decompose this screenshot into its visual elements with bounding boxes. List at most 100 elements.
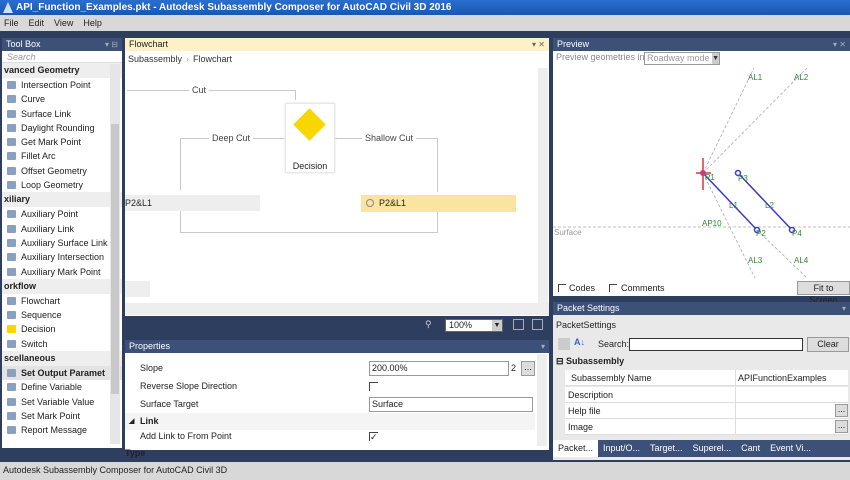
pin-icon[interactable]: ▾ ✕ bbox=[833, 38, 846, 51]
property-label: Reverse Slope Direction bbox=[140, 381, 238, 391]
tab-superelevation[interactable]: Superel... bbox=[688, 440, 737, 457]
preview-header: Preview ▾ ✕ bbox=[553, 38, 850, 51]
toolbox-scrollbar[interactable] bbox=[110, 64, 120, 444]
packet-subtitle: PacketSettings bbox=[556, 320, 617, 330]
toolbox-category[interactable]: vanced Geometry bbox=[2, 63, 122, 78]
toolbox-item[interactable]: Curve bbox=[2, 92, 122, 106]
toolbox-title: Tool Box bbox=[6, 39, 41, 49]
comments-checkbox[interactable] bbox=[609, 284, 617, 292]
toolbox-item[interactable]: Auxiliary Mark Point bbox=[2, 265, 122, 279]
packet-row[interactable]: Image... bbox=[565, 419, 848, 435]
tab-packet[interactable]: Packet... bbox=[553, 440, 599, 457]
packet-row[interactable]: Subassembly Name APIFunctionExamples bbox=[565, 370, 848, 386]
toolbox-item[interactable]: Daylight Rounding bbox=[2, 121, 122, 135]
slope-extra: 2 bbox=[511, 363, 517, 373]
partial-node bbox=[125, 281, 150, 297]
browse-button[interactable]: ... bbox=[835, 420, 848, 433]
magnifier-icon[interactable]: ⚲ bbox=[425, 319, 432, 330]
close-icon[interactable]: ▾ ✕ bbox=[532, 38, 545, 51]
tab-cant[interactable]: Cant bbox=[736, 440, 765, 457]
clear-button[interactable]: Clear bbox=[807, 337, 849, 352]
toolbox-item[interactable]: Define Variable bbox=[2, 380, 122, 394]
flowchart-hscroll[interactable] bbox=[125, 303, 549, 315]
toolbox-item-label: Set Output Paramet bbox=[21, 368, 106, 379]
slope-input[interactable]: 200.00% bbox=[369, 361, 509, 376]
toolbox-item-label: Auxiliary Point bbox=[21, 209, 79, 220]
fit-icon[interactable] bbox=[513, 319, 524, 330]
reverse-slope-checkbox[interactable] bbox=[369, 382, 378, 391]
toolbox-category[interactable]: scellaneous bbox=[2, 351, 122, 367]
pin-icon[interactable]: ▾ ⊟ bbox=[105, 38, 118, 51]
flowchart-vscroll[interactable] bbox=[538, 68, 548, 303]
packet-row[interactable]: Help file... bbox=[565, 403, 848, 419]
surface-target-select[interactable]: Surface bbox=[369, 397, 533, 412]
type-section: Type bbox=[125, 448, 146, 458]
toolbox-item[interactable]: Auxiliary Intersection bbox=[2, 250, 122, 264]
toolbox-item[interactable]: Intersection Point bbox=[2, 78, 122, 92]
zoom-select[interactable]: 100% ▼ bbox=[445, 319, 503, 332]
pin-icon[interactable]: ▾ bbox=[541, 340, 545, 353]
toolbox-category[interactable]: xiliary bbox=[2, 192, 122, 208]
tool-icon bbox=[7, 339, 16, 348]
toolbox-item[interactable]: Fillet Arc bbox=[2, 149, 122, 163]
codes-checkbox[interactable] bbox=[558, 284, 566, 292]
ellipsis-button[interactable]: ... bbox=[521, 361, 535, 376]
row-key: Help file bbox=[568, 406, 601, 416]
breadcrumb-flowchart[interactable]: Flowchart bbox=[193, 54, 232, 64]
toolbox-item[interactable]: Set Variable Value bbox=[2, 395, 122, 409]
toolbox-item[interactable]: Flowchart bbox=[2, 294, 122, 308]
row-key: Subassembly Name bbox=[571, 373, 652, 383]
left-node[interactable]: P2&L1 bbox=[125, 195, 260, 211]
subassembly-section[interactable]: ⊟ Subassembly bbox=[556, 356, 624, 367]
tool-icon bbox=[7, 253, 16, 262]
shallow-cut-label: Shallow Cut bbox=[362, 133, 417, 143]
decision-node[interactable]: Decision bbox=[285, 103, 335, 173]
packet-row[interactable]: Description bbox=[565, 387, 848, 403]
row-key: Description bbox=[568, 390, 614, 400]
tab-event-viewer[interactable]: Event Vi... bbox=[765, 440, 816, 457]
toolbox-item[interactable]: Auxiliary Point bbox=[2, 207, 122, 221]
toolbox-item[interactable]: Decision bbox=[2, 322, 122, 336]
tool-icon bbox=[7, 166, 16, 175]
browse-button[interactable]: ... bbox=[835, 404, 848, 417]
title-bar: API_Function_Examples.pkt - Autodesk Sub… bbox=[0, 0, 850, 15]
toolbox-item[interactable]: Set Output Paramet bbox=[2, 366, 122, 381]
breadcrumb-subassembly[interactable]: Subassembly bbox=[128, 54, 182, 64]
toolbox-item[interactable]: Report Message bbox=[2, 423, 122, 437]
zoom-value: 100% bbox=[449, 320, 473, 330]
right-node[interactable]: P2&L1 bbox=[361, 195, 516, 212]
toolbox-item[interactable]: Loop Geometry bbox=[2, 178, 122, 192]
toolbox-item[interactable]: Auxiliary Link bbox=[2, 222, 122, 236]
toolbox-item[interactable]: Get Mark Point bbox=[2, 135, 122, 149]
toolbox-category[interactable]: orkflow bbox=[2, 278, 122, 294]
toolbox-item[interactable]: Offset Geometry bbox=[2, 164, 122, 178]
tab-input-output[interactable]: Input/O... bbox=[598, 440, 645, 457]
menu-edit[interactable]: Edit bbox=[29, 18, 45, 28]
tab-target[interactable]: Target... bbox=[645, 440, 688, 457]
chevron-down-icon: ▼ bbox=[492, 320, 502, 331]
toolbox-item[interactable]: Surface Link bbox=[2, 107, 122, 121]
overview-icon[interactable] bbox=[532, 319, 543, 330]
menu-view[interactable]: View bbox=[54, 18, 73, 28]
pin-icon[interactable]: ▾ bbox=[842, 302, 846, 315]
connector bbox=[295, 90, 296, 100]
preview-canvas[interactable]: AL1 AL2 AL3 AL4 AP10 P2 P3 P4 P1 L1 L2 S… bbox=[553, 51, 850, 281]
fit-to-screen-button[interactable]: Fit to Screen bbox=[797, 281, 850, 305]
sort-alpha-icon[interactable]: A↓ bbox=[574, 337, 585, 347]
toolbox-search-input[interactable]: Search bbox=[2, 51, 122, 63]
toolbox-item[interactable]: Sequence bbox=[2, 308, 122, 322]
cut-label: Cut bbox=[189, 85, 210, 95]
property-label: Surface Target bbox=[140, 399, 199, 409]
packet-settings-panel: Packet Settings ▾ PacketSettings A↓ Searc… bbox=[553, 302, 850, 460]
toolbox-item-label: Daylight Rounding bbox=[21, 122, 95, 133]
packet-search-input[interactable] bbox=[629, 338, 803, 351]
menu-help[interactable]: Help bbox=[83, 18, 102, 28]
scroll-thumb[interactable] bbox=[111, 124, 119, 394]
add-link-checkbox[interactable]: ✓ bbox=[369, 432, 378, 442]
categorized-icon[interactable] bbox=[558, 338, 570, 350]
properties-vscroll[interactable] bbox=[537, 354, 547, 446]
menu-file[interactable]: File bbox=[4, 18, 19, 28]
toolbox-item[interactable]: Auxiliary Surface Link bbox=[2, 236, 122, 250]
toolbox-item[interactable]: Set Mark Point bbox=[2, 409, 122, 423]
toolbox-item[interactable]: Switch bbox=[2, 337, 122, 351]
